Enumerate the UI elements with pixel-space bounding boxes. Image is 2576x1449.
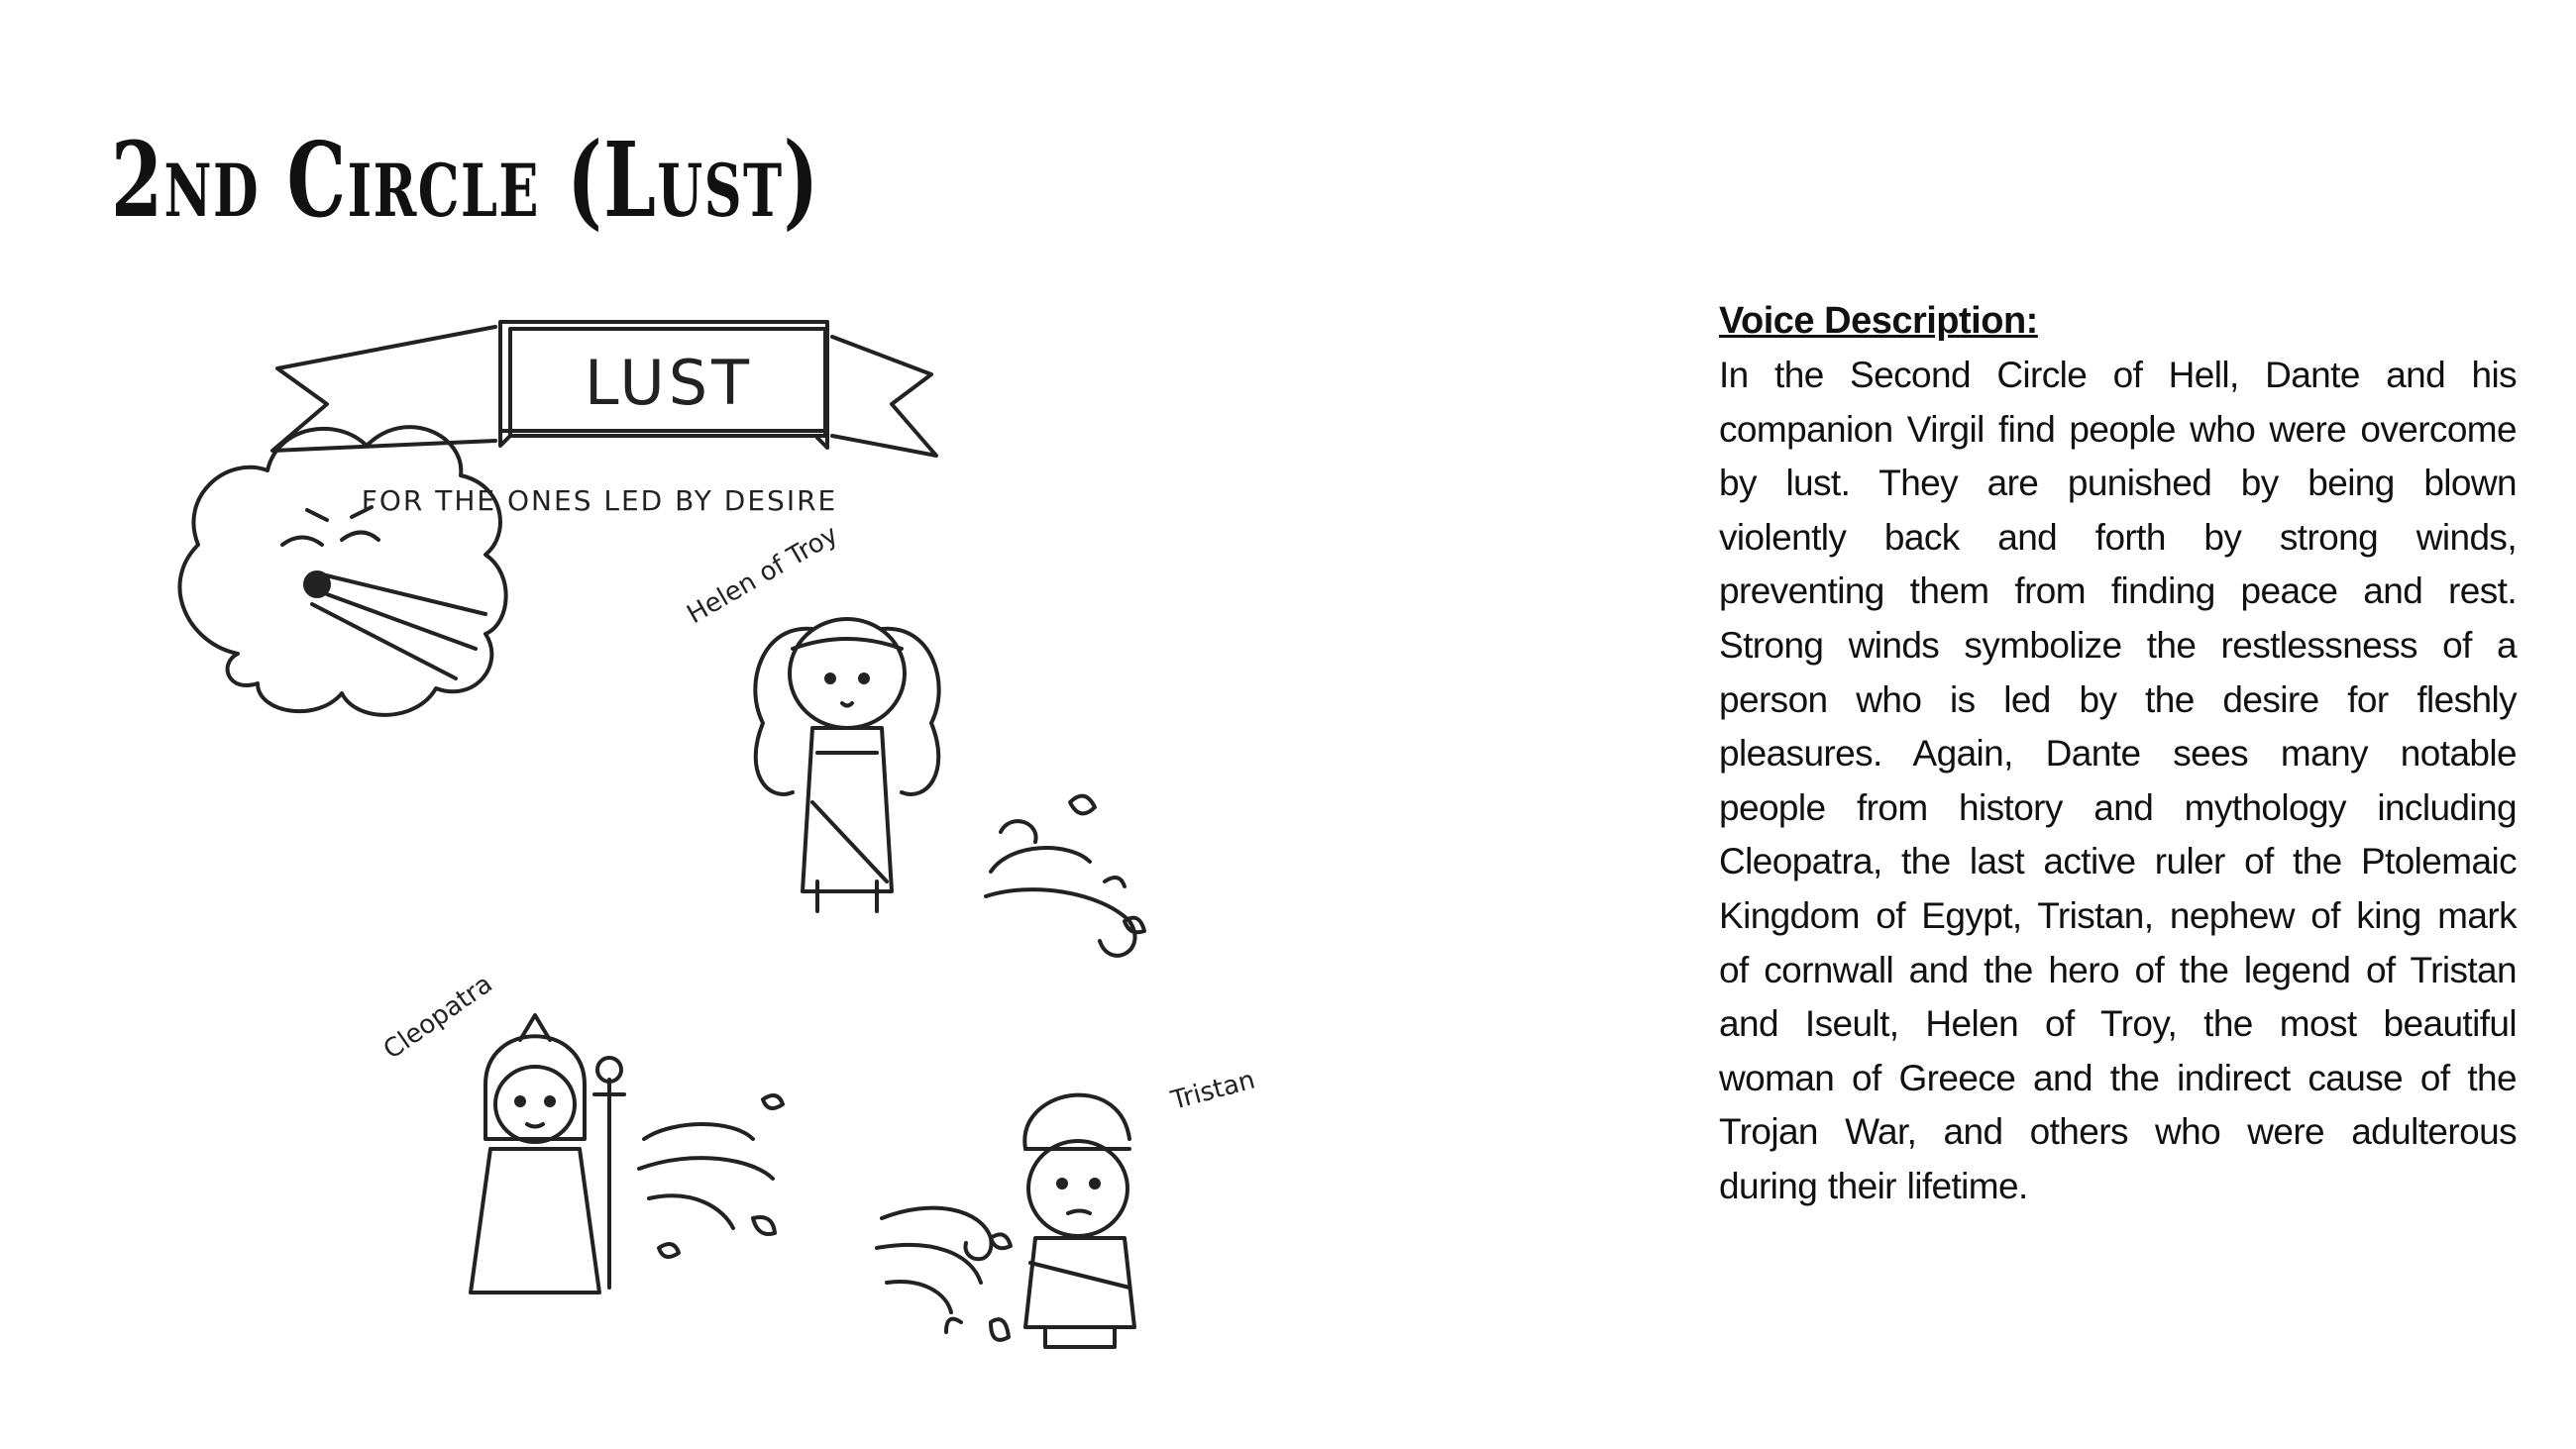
voice-description-body: In the Second Circle of Hell, Dante and … — [1719, 355, 2518, 1206]
wind-swirl-1 — [984, 793, 1146, 958]
voice-description: Voice Description: In the Second Circle … — [1719, 295, 2518, 1214]
banner-caption: FOR THE ONES LED BY DESIRE — [362, 484, 837, 517]
voice-description-heading: Voice Description: — [1719, 300, 2038, 342]
helen-figure: Helen of Troy — [683, 520, 941, 913]
tristan-figure: Tristan — [1022, 1065, 1258, 1349]
page-title: 2nd Circle (Lust) — [111, 119, 820, 241]
wind-cloud — [177, 425, 508, 717]
cleopatra-figure: Cleopatra — [378, 970, 626, 1294]
banner-text: LUST — [585, 347, 753, 419]
lust-banner: LUST FOR THE ONES LED BY DESIRE — [270, 320, 938, 517]
tristan-label: Tristan — [1167, 1065, 1258, 1116]
lust-illustration: LUST FOR THE ONES LED BY DESIRE Helen of… — [119, 287, 1308, 1397]
cleopatra-label: Cleopatra — [378, 970, 498, 1066]
helen-label: Helen of Troy — [683, 520, 843, 630]
wind-swirl-3 — [875, 1205, 1013, 1342]
wind-swirl-2 — [637, 1093, 785, 1259]
